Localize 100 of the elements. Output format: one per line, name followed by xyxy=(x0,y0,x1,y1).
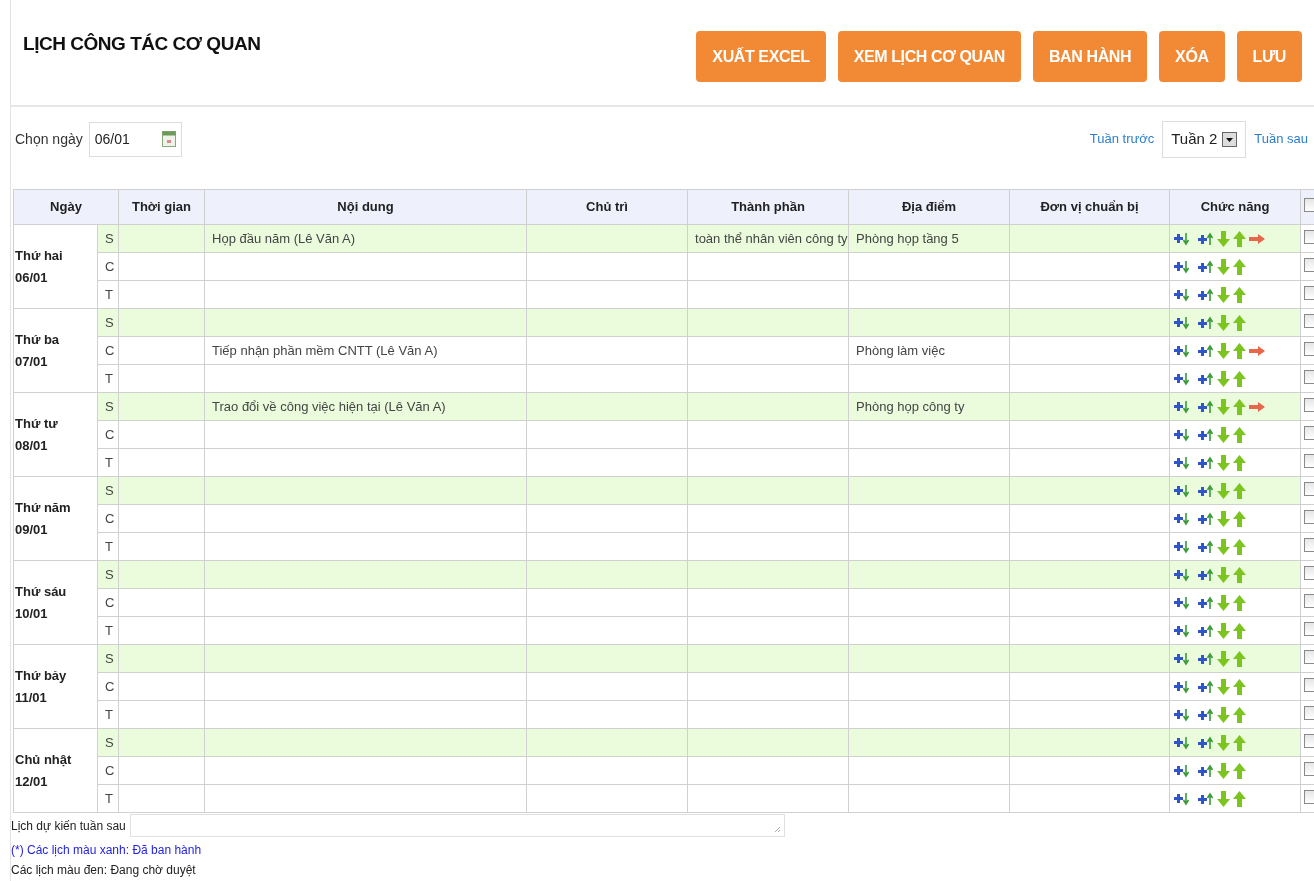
move-up-icon[interactable] xyxy=(1233,706,1246,723)
add-below-icon[interactable] xyxy=(1174,763,1190,778)
row-checkbox[interactable] xyxy=(1304,313,1314,328)
next-week-field[interactable] xyxy=(129,814,785,837)
add-above-icon[interactable] xyxy=(1198,763,1214,778)
action-button[interactable]: XUẤT EXCEL xyxy=(696,31,826,82)
action-button[interactable]: XEM LỊCH CƠ QUAN xyxy=(837,31,1021,82)
row-checkbox[interactable] xyxy=(1304,677,1314,692)
move-up-icon[interactable] xyxy=(1233,538,1246,555)
add-above-icon[interactable] xyxy=(1198,735,1214,750)
add-above-icon[interactable] xyxy=(1198,679,1214,694)
move-up-icon[interactable] xyxy=(1233,286,1246,303)
move-up-icon[interactable] xyxy=(1233,426,1246,443)
row-checkbox[interactable] xyxy=(1304,425,1314,440)
add-below-icon[interactable] xyxy=(1174,511,1190,526)
move-up-icon[interactable] xyxy=(1233,650,1246,667)
add-below-icon[interactable] xyxy=(1174,427,1190,442)
move-up-icon[interactable] xyxy=(1233,762,1246,779)
forward-arrow-icon[interactable] xyxy=(1249,401,1265,412)
add-above-icon[interactable] xyxy=(1198,371,1214,386)
add-below-icon[interactable] xyxy=(1174,399,1190,414)
add-below-icon[interactable] xyxy=(1174,567,1190,582)
move-up-icon[interactable] xyxy=(1233,370,1246,387)
row-checkbox[interactable] xyxy=(1304,341,1314,356)
row-checkbox[interactable] xyxy=(1304,453,1314,468)
add-above-icon[interactable] xyxy=(1198,455,1214,470)
move-up-icon[interactable] xyxy=(1233,622,1246,639)
move-up-icon[interactable] xyxy=(1233,566,1246,583)
add-above-icon[interactable] xyxy=(1198,651,1214,666)
calendar-icon[interactable] xyxy=(161,131,176,147)
row-checkbox[interactable] xyxy=(1304,565,1314,580)
add-above-icon[interactable] xyxy=(1198,791,1214,806)
row-checkbox[interactable] xyxy=(1304,198,1314,212)
add-below-icon[interactable] xyxy=(1174,707,1190,722)
add-above-icon[interactable] xyxy=(1198,315,1214,330)
add-above-icon[interactable] xyxy=(1198,399,1214,414)
row-checkbox[interactable] xyxy=(1304,593,1314,608)
add-below-icon[interactable] xyxy=(1174,539,1190,554)
row-checkbox[interactable] xyxy=(1304,649,1314,664)
row-checkbox[interactable] xyxy=(1304,397,1314,412)
add-below-icon[interactable] xyxy=(1174,371,1190,386)
resize-grip-icon[interactable] xyxy=(773,826,781,833)
row-checkbox[interactable] xyxy=(1304,481,1314,496)
row-checkbox[interactable] xyxy=(1304,509,1314,524)
row-checkbox[interactable] xyxy=(1304,789,1314,804)
next-week-link[interactable]: Tuần sau xyxy=(1254,129,1308,149)
action-button[interactable]: LƯU xyxy=(1236,31,1302,82)
move-up-icon[interactable] xyxy=(1233,482,1246,499)
move-up-icon[interactable] xyxy=(1233,230,1246,247)
add-above-icon[interactable] xyxy=(1198,511,1214,526)
add-above-icon[interactable] xyxy=(1198,427,1214,442)
add-below-icon[interactable] xyxy=(1174,315,1190,330)
add-above-icon[interactable] xyxy=(1198,287,1214,302)
add-above-icon[interactable] xyxy=(1198,483,1214,498)
move-up-icon[interactable] xyxy=(1233,314,1246,331)
forward-arrow-icon[interactable] xyxy=(1249,345,1265,356)
forward-arrow-icon[interactable] xyxy=(1249,233,1265,244)
move-up-icon[interactable] xyxy=(1233,678,1246,695)
row-checkbox[interactable] xyxy=(1304,621,1314,636)
add-below-icon[interactable] xyxy=(1174,791,1190,806)
move-up-icon[interactable] xyxy=(1233,398,1246,415)
row-checkbox[interactable] xyxy=(1304,285,1314,300)
row-checkbox[interactable] xyxy=(1304,733,1314,748)
add-below-icon[interactable] xyxy=(1174,231,1190,246)
date-field[interactable]: 06/01 xyxy=(88,121,182,157)
row-checkbox[interactable] xyxy=(1304,257,1314,272)
add-below-icon[interactable] xyxy=(1174,735,1190,750)
row-checkbox[interactable] xyxy=(1304,369,1314,384)
add-below-icon[interactable] xyxy=(1174,259,1190,274)
add-below-icon[interactable] xyxy=(1174,595,1190,610)
add-below-icon[interactable] xyxy=(1174,623,1190,638)
move-up-icon[interactable] xyxy=(1233,258,1246,275)
add-above-icon[interactable] xyxy=(1198,623,1214,638)
row-checkbox[interactable] xyxy=(1304,537,1314,552)
move-up-icon[interactable] xyxy=(1233,790,1246,807)
add-above-icon[interactable] xyxy=(1198,707,1214,722)
add-above-icon[interactable] xyxy=(1198,343,1214,358)
add-below-icon[interactable] xyxy=(1174,343,1190,358)
add-below-icon[interactable] xyxy=(1174,455,1190,470)
previous-week-link[interactable]: Tuần trước xyxy=(1089,129,1155,149)
row-checkbox[interactable] xyxy=(1304,229,1314,244)
action-button[interactable]: BAN HÀNH xyxy=(1032,31,1148,82)
dropdown-caret-icon[interactable] xyxy=(1222,131,1238,147)
row-checkbox[interactable] xyxy=(1304,761,1314,776)
row-checkbox[interactable] xyxy=(1304,705,1314,720)
add-below-icon[interactable] xyxy=(1174,651,1190,666)
week-select[interactable]: Tuần 2 xyxy=(1162,120,1247,158)
add-below-icon[interactable] xyxy=(1174,483,1190,498)
add-below-icon[interactable] xyxy=(1174,287,1190,302)
move-up-icon[interactable] xyxy=(1233,510,1246,527)
move-up-icon[interactable] xyxy=(1233,454,1246,471)
move-up-icon[interactable] xyxy=(1233,594,1246,611)
add-above-icon[interactable] xyxy=(1198,539,1214,554)
add-above-icon[interactable] xyxy=(1198,259,1214,274)
move-up-icon[interactable] xyxy=(1233,342,1246,359)
add-above-icon[interactable] xyxy=(1198,567,1214,582)
add-above-icon[interactable] xyxy=(1198,231,1214,246)
action-button[interactable]: XÓA xyxy=(1159,31,1225,82)
add-above-icon[interactable] xyxy=(1198,595,1214,610)
move-up-icon[interactable] xyxy=(1233,734,1246,751)
